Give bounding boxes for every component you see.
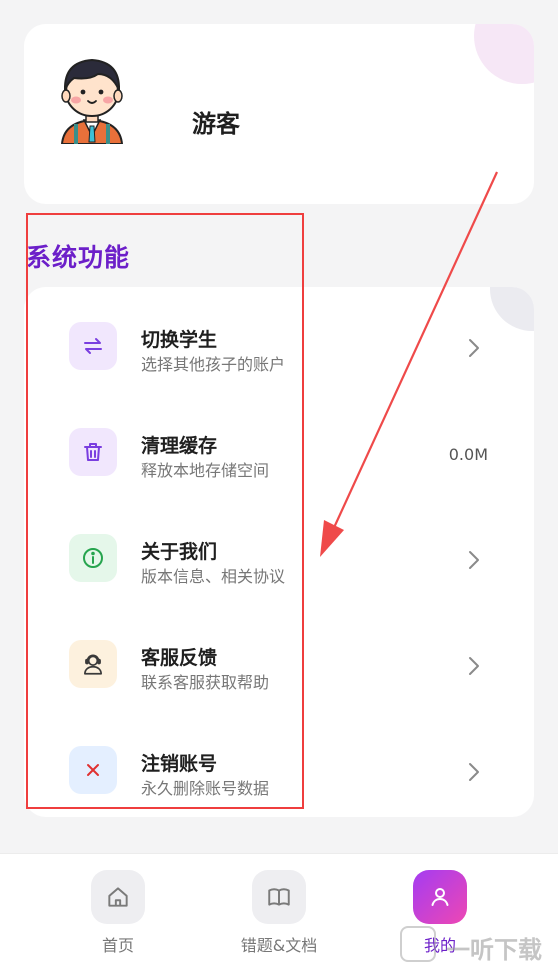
- decorative-circle: [474, 24, 534, 84]
- annotation-highlight-box: [26, 213, 304, 809]
- username: 游客: [192, 110, 240, 138]
- home-icon: [91, 870, 145, 924]
- chevron-right-icon: [469, 551, 479, 569]
- watermark-text: 一听下载: [446, 936, 542, 964]
- watermark: 一听下载: [400, 922, 558, 968]
- chevron-right-icon: [469, 657, 479, 675]
- book-icon: [252, 870, 306, 924]
- chevron-right-icon: [469, 339, 479, 357]
- user-icon: [413, 870, 467, 924]
- avatar[interactable]: [52, 44, 132, 144]
- nav-label: 首页: [101, 936, 134, 955]
- chevron-right-icon: [469, 763, 479, 781]
- nav-label: 错题&文档: [240, 936, 318, 955]
- watermark-logo: [400, 926, 436, 962]
- nav-item-mistakes-docs[interactable]: 错题&文档: [219, 870, 339, 960]
- page: 游客 系统功能 切换学生 选择其他孩子的账户 清理缓存 释放本地存储空间 0.0…: [0, 0, 558, 969]
- profile-card[interactable]: 游客: [24, 24, 534, 204]
- nav-item-home[interactable]: 首页: [58, 870, 178, 960]
- cache-size-value: 0.0M: [448, 445, 488, 464]
